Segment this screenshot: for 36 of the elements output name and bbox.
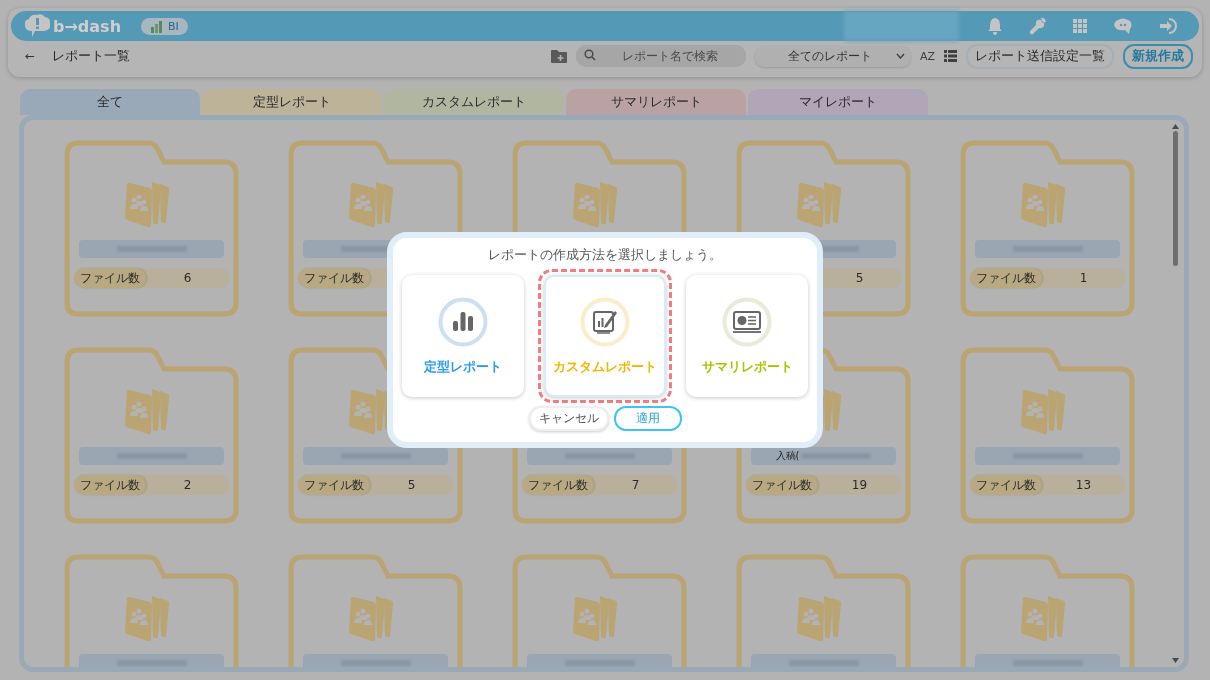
file-count-label: ファイル数	[521, 475, 594, 495]
option-label: カスタムレポート	[553, 358, 657, 376]
logo-text: b→dash	[53, 16, 122, 36]
badge-label: BI	[168, 19, 179, 33]
folder-name: 入稿(	[775, 449, 800, 463]
search-field[interactable]: レポート名で検索	[575, 45, 746, 67]
file-count: 7	[630, 478, 641, 492]
apply-button[interactable]: 適用	[613, 406, 682, 431]
file-count-label: ファイル数	[297, 268, 370, 288]
category-tab[interactable]: マイレポート	[748, 89, 928, 115]
file-count-label: ファイル数	[969, 475, 1042, 495]
file-count: 6	[182, 271, 193, 285]
file-count: 2	[182, 478, 193, 492]
dialog-prompt: レポートの作成方法を選択しましょう。	[488, 247, 722, 264]
sort-button[interactable]: AZ	[919, 49, 935, 63]
back-button[interactable]: ←	[25, 49, 36, 63]
file-count: 5	[406, 478, 417, 492]
file-count-label: ファイル数	[73, 268, 146, 288]
option-label: サマリレポート	[701, 358, 793, 376]
file-count-label: ファイル数	[297, 475, 370, 495]
category-tab[interactable]: 定型レポート	[202, 89, 382, 115]
category-tab[interactable]: サマリレポート	[566, 89, 746, 115]
report-filter-dropdown[interactable]: 全てのレポート	[754, 45, 911, 67]
category-tab[interactable]: 全て	[20, 89, 200, 115]
cancel-button[interactable]: キャンセル	[528, 406, 609, 431]
file-count: 5	[854, 271, 865, 285]
page-title: レポート一覧	[52, 47, 131, 65]
category-tab[interactable]: カスタムレポート	[384, 89, 564, 115]
send-settings-button[interactable]: レポート送信設定一覧	[966, 43, 1114, 69]
file-count: 19	[850, 478, 869, 492]
file-count-label: ファイル数	[969, 268, 1042, 288]
file-count: 1	[1078, 271, 1089, 285]
file-count-label: ファイル数	[745, 475, 818, 495]
file-count: 13	[1074, 478, 1093, 492]
option-label: 定型レポート	[424, 358, 502, 376]
file-count-label: ファイル数	[73, 475, 146, 495]
